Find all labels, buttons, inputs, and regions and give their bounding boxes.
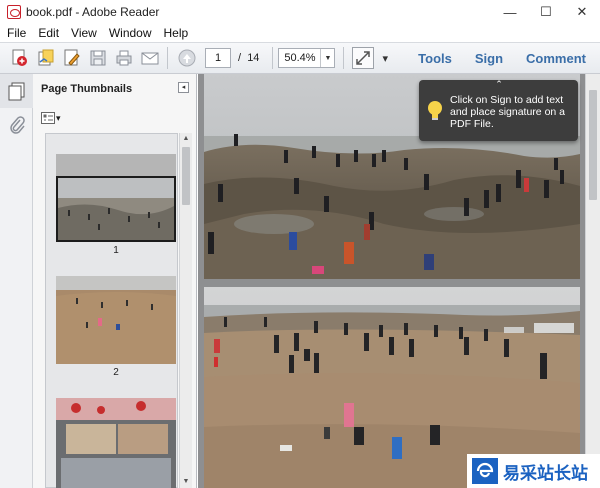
chevron-up-icon[interactable]: ⌃: [494, 80, 504, 89]
thumbnail-label: 1: [113, 245, 119, 256]
create-pdf-icon[interactable]: [8, 46, 32, 70]
zoom-value: 50.4%: [284, 52, 316, 64]
save-icon[interactable]: [86, 46, 110, 70]
menu-window[interactable]: Window: [102, 26, 157, 40]
menu-bar: File Edit View Window Help: [0, 24, 600, 42]
page-total: / 14: [238, 52, 260, 64]
chevron-down-icon[interactable]: ▼: [320, 49, 334, 67]
page-number-input[interactable]: 1: [205, 48, 231, 68]
scrollbar-thumb[interactable]: [589, 90, 597, 200]
print-icon[interactable]: [112, 46, 136, 70]
panel-title: Page Thumbnails: [41, 83, 133, 95]
zoom-select[interactable]: 50.4% ▼: [278, 48, 336, 68]
comment-button[interactable]: Comment: [526, 51, 586, 66]
fit-page-icon[interactable]: [352, 47, 375, 69]
toolbar-separator: [167, 47, 168, 69]
open-icon[interactable]: [34, 46, 58, 70]
edit-icon[interactable]: [60, 46, 84, 70]
navigation-rail: [0, 74, 33, 488]
list-options-icon: [41, 112, 55, 124]
thumbnail-scrollbar[interactable]: ▲ ▼: [179, 133, 192, 488]
thumbnail-label: 2: [113, 367, 119, 378]
minimize-button[interactable]: —: [492, 0, 528, 24]
menu-view[interactable]: View: [64, 26, 102, 40]
watermark-text: 易采站长站: [503, 463, 588, 484]
panel-header: Page Thumbnails ◂: [33, 74, 196, 104]
scroll-up-arrow[interactable]: ▲: [180, 133, 192, 145]
thumbnails-panel: Page Thumbnails ◂ ▾ 1 2 ▲ ▼: [33, 74, 197, 488]
site-watermark: 易采站长站: [467, 454, 600, 488]
thumbnail-image: [56, 276, 176, 364]
menu-help[interactable]: Help: [157, 26, 194, 40]
menu-edit[interactable]: Edit: [31, 26, 64, 40]
thumbnail-page-2[interactable]: 2: [56, 276, 176, 378]
thumbnail-page-1[interactable]: 1: [56, 154, 176, 256]
window-controls: — ☐ ✕: [492, 0, 600, 24]
thumbnail-page-3[interactable]: [56, 398, 176, 488]
toolbar-overflow-icon[interactable]: ▾: [382, 52, 388, 65]
page-thumbnails-icon[interactable]: [0, 74, 33, 108]
thumbnail-options-button[interactable]: ▾: [41, 110, 61, 126]
window-title: book.pdf - Adobe Reader: [26, 5, 160, 19]
thumbnail-list: 1 2: [45, 133, 178, 488]
title-bar: book.pdf - Adobe Reader — ☐ ✕: [0, 0, 600, 24]
thumbnail-image: [56, 154, 176, 242]
chevron-down-icon: ▾: [56, 112, 61, 123]
watermark-logo-icon: [472, 458, 498, 484]
maximize-button[interactable]: ☐: [528, 0, 564, 24]
close-button[interactable]: ✕: [564, 0, 600, 24]
scroll-down-arrow[interactable]: ▼: [180, 476, 192, 488]
email-icon[interactable]: [138, 46, 162, 70]
tools-button[interactable]: Tools: [418, 51, 452, 66]
toolbar-separator: [343, 47, 345, 69]
collapse-panel-button[interactable]: ◂: [178, 82, 189, 93]
lightbulb-icon: [427, 100, 443, 125]
sign-tip-callout: ⌃ Click on Sign to add text and place si…: [419, 80, 578, 141]
menu-file[interactable]: File: [0, 26, 31, 40]
callout-text: Click on Sign to add text and place sign…: [450, 94, 566, 130]
previous-page-icon[interactable]: [175, 46, 199, 70]
toolbar: 1 / 14 50.4% ▼ ▾ Tools Sign Comment: [0, 42, 600, 74]
adobe-reader-icon: [7, 5, 21, 19]
document-scrollbar[interactable]: [585, 74, 600, 488]
sign-button[interactable]: Sign: [475, 51, 503, 66]
thumbnail-image: [56, 398, 176, 488]
scrollbar-thumb[interactable]: [182, 147, 190, 205]
attachments-icon[interactable]: [0, 108, 33, 142]
toolbar-separator: [272, 47, 274, 69]
